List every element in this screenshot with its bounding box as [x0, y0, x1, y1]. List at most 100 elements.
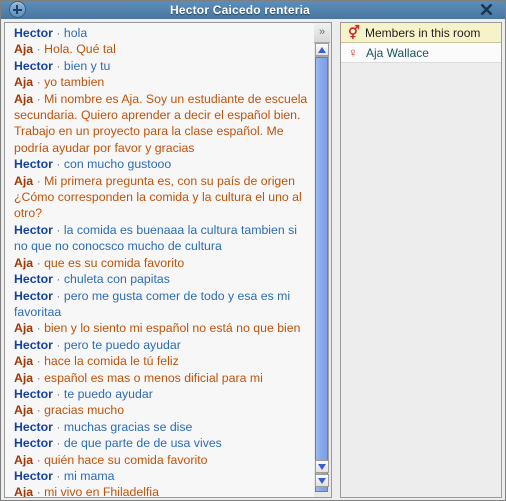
message-text: chuleta con papitas — [63, 272, 170, 287]
message-text: gracias mucho — [44, 403, 125, 418]
message-sender: Hector — [14, 386, 53, 401]
message-separator: · — [36, 452, 41, 467]
chat-message: Aja · Hola. Qué tal — [5, 41, 314, 57]
message-sender: Aja — [14, 370, 34, 385]
message-sender: Aja — [14, 452, 34, 467]
window-title: Hector Caicedo renteria — [170, 2, 310, 17]
message-text: que es su comida favorito — [44, 255, 185, 270]
message-separator: · — [36, 370, 41, 385]
collapse-panel-button[interactable]: » — [314, 23, 330, 43]
message-separator: · — [36, 173, 41, 188]
message-separator: · — [56, 468, 61, 483]
members-panel-header: ⚥ Members in this room — [341, 23, 501, 43]
chat-message: Aja · hace la comida le tú feliz — [5, 353, 314, 369]
chat-message: Aja · Mi nombre es Aja. Soy un estudiant… — [5, 91, 314, 157]
members-list: ♀ Aja Wallace — [341, 43, 501, 63]
message-text: hola — [63, 26, 88, 40]
message-separator: · — [56, 272, 61, 287]
message-sender: Aja — [14, 403, 34, 418]
message-separator: · — [56, 288, 61, 303]
message-separator: · — [36, 321, 41, 336]
close-icon[interactable] — [466, 2, 506, 17]
message-text: bien y tu — [63, 58, 111, 73]
chat-scrollbar-column: » — [314, 22, 332, 498]
message-text: de que parte de de usa vives — [63, 436, 222, 451]
message-separator: · — [56, 58, 61, 73]
message-separator: · — [36, 403, 41, 418]
message-sender: Hector — [14, 436, 53, 451]
message-text: quién hace su comida favorito — [44, 452, 208, 467]
message-text: bien y lo siento mi español no está no q… — [44, 321, 301, 336]
message-text: Mi nombre es Aja. Soy un estudiante de e… — [14, 91, 308, 155]
message-separator: · — [36, 75, 41, 90]
message-sender: Hector — [14, 288, 53, 303]
members-panel-title: Members in this room — [365, 25, 481, 40]
window-titlebar: Hector Caicedo renteria — [0, 0, 506, 20]
chat-message: Hector · con mucho gustooo — [5, 156, 314, 172]
message-separator: · — [56, 26, 61, 40]
message-text: con mucho gustooo — [63, 157, 172, 172]
message-separator: · — [36, 42, 41, 57]
chat-window: Hector Caicedo renteria Hector · hola Aja… — [0, 0, 506, 501]
scroll-down-arrow-icon-secondary[interactable] — [315, 474, 329, 487]
message-text: hace la comida le tú feliz — [44, 354, 179, 369]
message-sender: Aja — [14, 485, 34, 498]
scrollbar-thumb[interactable] — [315, 57, 328, 492]
message-text: yo tambien — [44, 75, 105, 90]
message-text: Hola. Qué tal — [44, 42, 116, 57]
message-sender: Hector — [14, 337, 53, 352]
chat-message: Hector · la comida es buenaaa la cultura… — [5, 222, 314, 255]
message-sender: Aja — [14, 173, 34, 188]
chat-message: Hector · bien y tu — [5, 58, 314, 74]
member-name: Aja Wallace — [366, 45, 429, 60]
member-list-item[interactable]: ♀ Aja Wallace — [341, 43, 501, 63]
message-sender: Hector — [14, 26, 53, 40]
chat-message: Hector · hola — [5, 25, 314, 41]
female-symbol-icon: ♀ — [348, 45, 358, 60]
chat-message: Aja · gracias mucho — [5, 402, 314, 418]
chat-transcript-pane[interactable]: Hector · hola Aja · Hola. Qué tal Hector ·… — [4, 22, 314, 498]
message-separator: · — [56, 157, 61, 172]
message-separator: · — [56, 337, 61, 352]
members-list-empty-area — [341, 63, 501, 497]
message-separator: · — [36, 91, 41, 106]
scroll-down-arrow-icon[interactable] — [315, 460, 329, 473]
chat-message: Hector · te puedo ayudar — [5, 386, 314, 402]
chat-message: Aja · mi vivo en Fhiladelfia — [5, 484, 314, 498]
scroll-up-arrow-icon[interactable] — [315, 43, 329, 56]
message-sender: Hector — [14, 157, 53, 172]
message-sender: Hector — [14, 419, 53, 434]
chat-message: Aja · Mi primera pregunta es, con su paí… — [5, 173, 314, 222]
message-sender: Hector — [14, 468, 53, 483]
plus-circle-icon[interactable] — [8, 1, 26, 18]
chat-message: Hector · chuleta con papitas — [5, 271, 314, 287]
message-text: español es mas o menos dificial para mi — [44, 370, 263, 385]
chat-message: Aja · yo tambien — [5, 74, 314, 90]
chat-message: Hector · pero me gusta comer de todo y e… — [5, 288, 314, 321]
message-separator: · — [36, 485, 41, 498]
chat-message: Aja · bien y lo siento mi español no est… — [5, 320, 314, 336]
message-sender: Aja — [14, 354, 34, 369]
chat-message: Aja · que es su comida favorito — [5, 255, 314, 271]
message-sender: Aja — [14, 255, 34, 270]
members-panel: ⚥ Members in this room ♀ Aja Wallace — [340, 22, 502, 498]
message-text: Mi primera pregunta es, con su país de o… — [14, 173, 302, 221]
window-content: Hector · hola Aja · Hola. Qué tal Hector ·… — [0, 19, 506, 501]
chat-message: Aja · quién hace su comida favorito — [5, 452, 314, 468]
message-separator: · — [36, 255, 41, 270]
chat-message-list: Hector · hola Aja · Hola. Qué tal Hector ·… — [5, 23, 314, 498]
message-text: te puedo ayudar — [63, 386, 153, 401]
message-sender: Aja — [14, 75, 34, 90]
message-text: mi mama — [63, 468, 115, 483]
message-separator: · — [56, 222, 61, 237]
message-sender: Hector — [14, 222, 53, 237]
message-sender: Hector — [14, 58, 53, 73]
message-separator: · — [56, 386, 61, 401]
chat-message: Hector · muchas gracias se dise — [5, 419, 314, 435]
message-separator: · — [56, 436, 61, 451]
chat-message: Hector · de que parte de de usa vives — [5, 435, 314, 451]
message-sender: Aja — [14, 91, 34, 106]
chat-message: Hector · pero te puedo ayudar — [5, 337, 314, 353]
chat-message: Aja · español es mas o menos dificial pa… — [5, 370, 314, 386]
message-text: muchas gracias se dise — [63, 419, 193, 434]
